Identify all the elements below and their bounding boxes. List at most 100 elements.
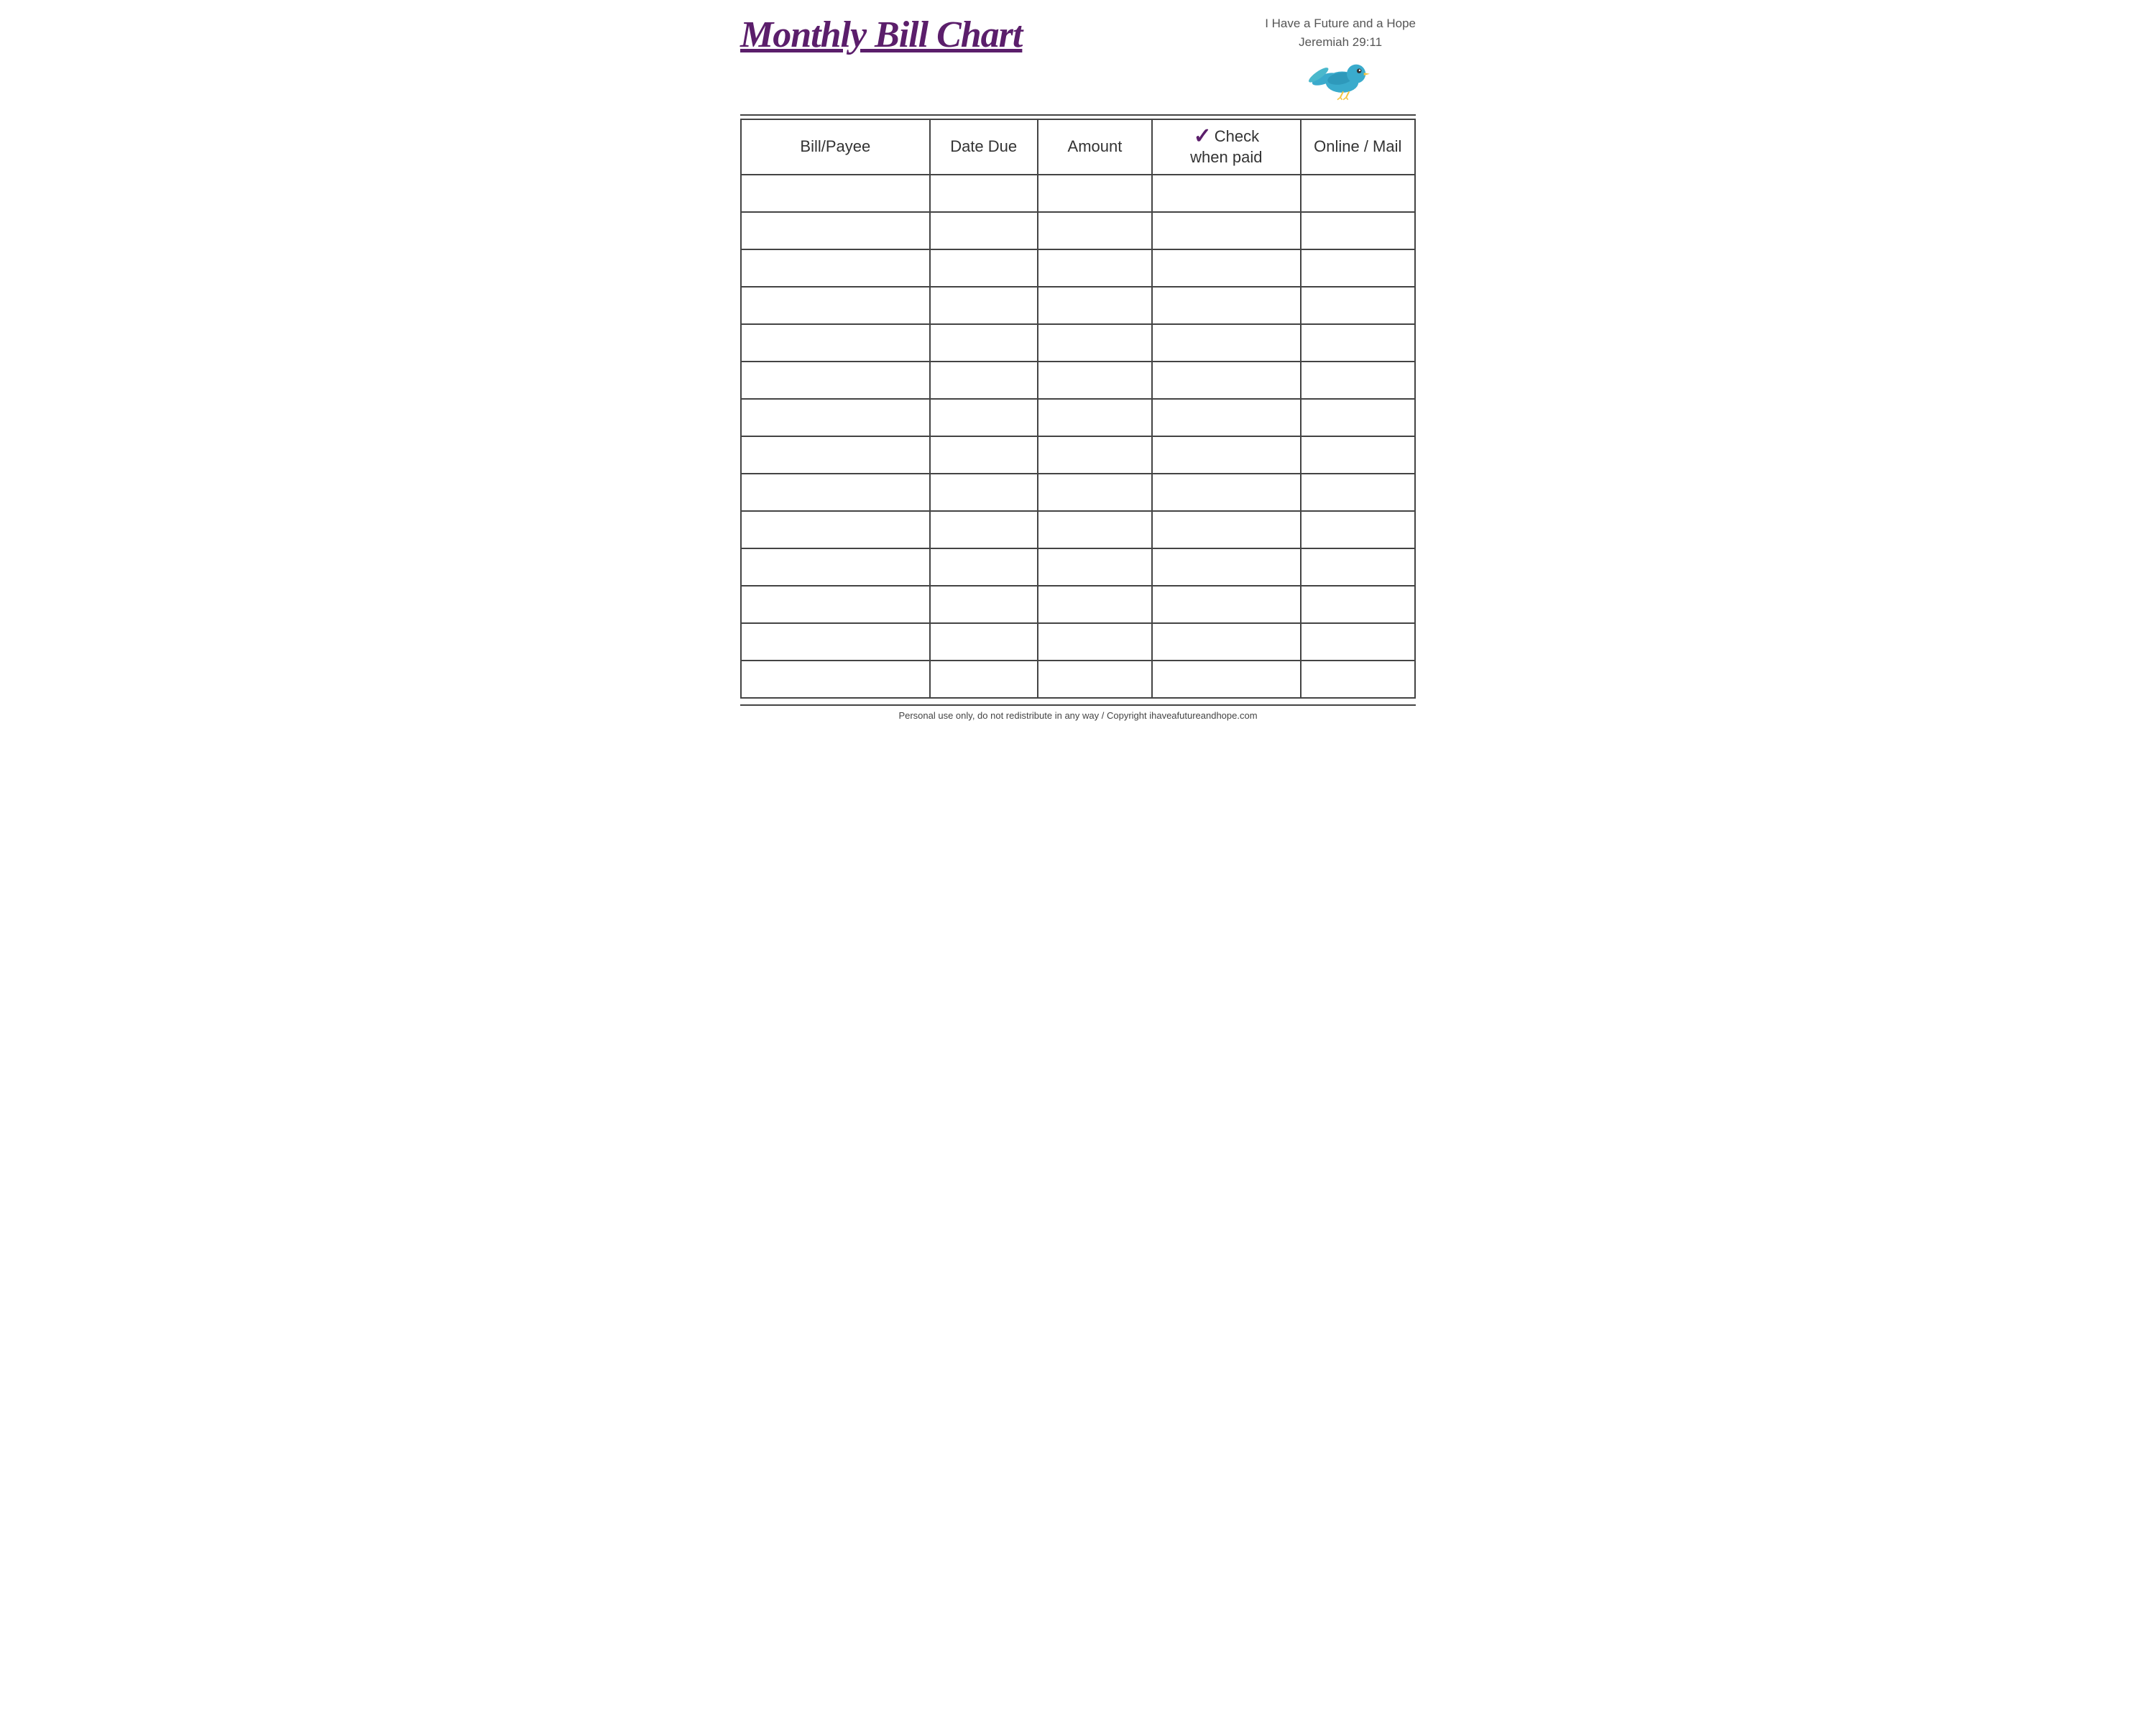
table-cell (930, 661, 1038, 698)
header-divider (740, 114, 1416, 116)
table-cell (1152, 623, 1300, 661)
table-row (741, 287, 1415, 324)
table-cell (930, 548, 1038, 586)
table-cell (930, 287, 1038, 324)
table-cell (1038, 249, 1152, 287)
table-cell (1301, 661, 1415, 698)
table-cell (1152, 436, 1300, 474)
table-cell (1301, 175, 1415, 212)
table-row (741, 586, 1415, 623)
table-cell (741, 212, 930, 249)
table-cell (930, 623, 1038, 661)
table-cell (1152, 362, 1300, 399)
table-cell (1152, 249, 1300, 287)
table-row (741, 324, 1415, 362)
page-title: Monthly Bill Chart (740, 14, 1022, 55)
table-cell (1152, 399, 1300, 436)
table-cell (1038, 623, 1152, 661)
table-row (741, 548, 1415, 586)
table-cell (1038, 175, 1152, 212)
table-row (741, 661, 1415, 698)
check-top-row: ✓ Check (1194, 126, 1260, 147)
table-cell (741, 661, 930, 698)
table-cell (1152, 586, 1300, 623)
subtitle-line1: I Have a Future and a Hope (1265, 14, 1416, 33)
table-row (741, 362, 1415, 399)
table-cell (741, 399, 930, 436)
table-cell (930, 511, 1038, 548)
table-cell (1038, 586, 1152, 623)
col-header-amount: Amount (1038, 119, 1152, 175)
table-cell (741, 249, 930, 287)
table-body (741, 175, 1415, 698)
checkmark-icon: ✓ (1194, 126, 1212, 147)
table-cell (930, 249, 1038, 287)
table-cell (1038, 287, 1152, 324)
title-block: Monthly Bill Chart (740, 14, 1022, 55)
table-cell (1301, 474, 1415, 511)
table-row (741, 175, 1415, 212)
table-cell (1152, 548, 1300, 586)
table-cell (1038, 511, 1152, 548)
table-row (741, 436, 1415, 474)
table-cell (1152, 287, 1300, 324)
table-cell (1152, 212, 1300, 249)
table-cell (1152, 324, 1300, 362)
table-cell (1152, 175, 1300, 212)
table-row (741, 399, 1415, 436)
table-cell (1301, 212, 1415, 249)
table-cell (930, 586, 1038, 623)
table-cell (930, 324, 1038, 362)
table-cell (741, 623, 930, 661)
table-cell (1301, 399, 1415, 436)
table-cell (930, 399, 1038, 436)
table-cell (741, 436, 930, 474)
check-header-content: ✓ Check when paid (1160, 126, 1292, 168)
bird-icon (1308, 51, 1373, 101)
table-cell (1152, 661, 1300, 698)
table-cell (741, 362, 930, 399)
table-cell (1301, 436, 1415, 474)
right-header: I Have a Future and a Hope Jeremiah 29:1… (1265, 14, 1416, 101)
table-cell (1301, 511, 1415, 548)
table-cell (1038, 436, 1152, 474)
table-cell (741, 586, 930, 623)
col-header-check: ✓ Check when paid (1152, 119, 1300, 175)
check-label: Check (1215, 126, 1259, 147)
table-cell (741, 324, 930, 362)
table-cell (930, 175, 1038, 212)
table-cell (1152, 474, 1300, 511)
page-header: Monthly Bill Chart I Have a Future and a… (740, 14, 1416, 107)
table-cell (1301, 249, 1415, 287)
table-cell (1038, 474, 1152, 511)
table-cell (1038, 362, 1152, 399)
table-cell (1038, 661, 1152, 698)
bill-chart-table: Bill/Payee Date Due Amount ✓ Check when … (740, 119, 1416, 699)
table-cell (1038, 212, 1152, 249)
col-header-date: Date Due (930, 119, 1038, 175)
table-cell (1038, 548, 1152, 586)
table-cell (1152, 511, 1300, 548)
table-cell (1038, 324, 1152, 362)
table-cell (930, 362, 1038, 399)
table-cell (741, 287, 930, 324)
table-cell (930, 212, 1038, 249)
table-cell (1301, 548, 1415, 586)
table-cell (1038, 399, 1152, 436)
table-cell (1301, 324, 1415, 362)
table-cell (1301, 586, 1415, 623)
col-header-payee: Bill/Payee (741, 119, 930, 175)
table-cell (741, 474, 930, 511)
table-cell (1301, 287, 1415, 324)
subtitle-line2: Jeremiah 29:11 (1299, 33, 1382, 52)
table-cell (930, 436, 1038, 474)
check-sub-label: when paid (1190, 147, 1262, 168)
table-row (741, 511, 1415, 548)
table-cell (1301, 623, 1415, 661)
table-cell (741, 548, 930, 586)
table-cell (741, 175, 930, 212)
table-cell (930, 474, 1038, 511)
table-row (741, 623, 1415, 661)
table-row (741, 474, 1415, 511)
footer: Personal use only, do not redistribute i… (740, 704, 1416, 721)
